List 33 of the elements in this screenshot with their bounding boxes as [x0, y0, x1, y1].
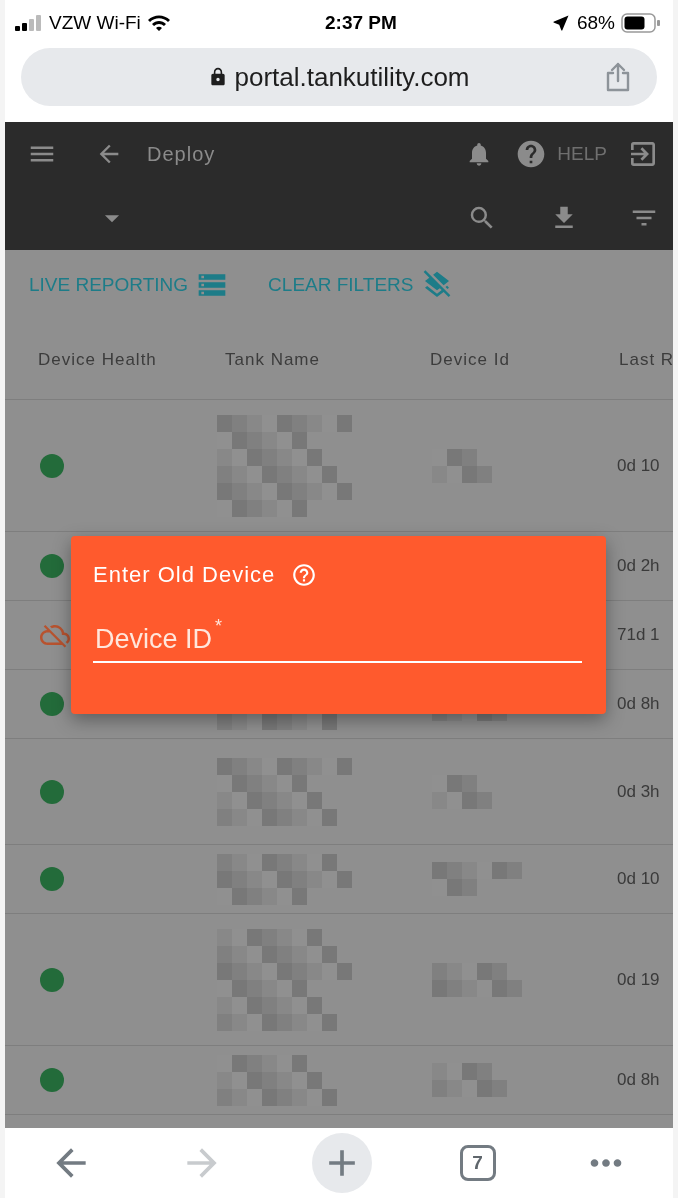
carrier-name: VZW Wi-Fi — [49, 12, 141, 34]
dialog-title: Enter Old Device — [93, 562, 276, 588]
last-reading-cell: 71d 1 — [617, 625, 660, 645]
url-text: portal.tankutility.com — [234, 61, 470, 93]
share-icon[interactable] — [605, 62, 631, 92]
last-reading-cell: 0d 8h — [617, 694, 660, 714]
help-label[interactable]: HELP — [557, 143, 607, 165]
last-reading-cell: 0d 10 — [617, 869, 660, 889]
status-dot — [40, 692, 64, 716]
status-dot — [40, 967, 64, 992]
column-header[interactable]: Last R — [619, 349, 673, 370]
last-reading-cell: 0d 3h — [617, 781, 660, 802]
device-id-field[interactable]: Device ID — [93, 624, 582, 663]
status-dot — [40, 554, 64, 578]
last-reading-cell: 0d 8h — [617, 1070, 660, 1090]
column-header[interactable]: Tank Name — [225, 349, 320, 370]
status-dot — [40, 867, 64, 891]
page-title: Deploy — [147, 142, 216, 166]
battery-percent: 68% — [576, 12, 615, 34]
signal-icon — [15, 15, 43, 31]
status-dot — [40, 1068, 64, 1092]
column-header[interactable]: Device Health — [38, 349, 157, 370]
last-reading-cell: 0d 10 — [617, 455, 660, 476]
last-reading-cell: 0d 19 — [617, 969, 660, 990]
clock-time: 2:37 PM — [325, 12, 397, 34]
tabs-button[interactable]: 7 — [459, 1145, 496, 1181]
battery-icon — [621, 13, 661, 33]
last-reading-cell: 0d 2h — [617, 556, 660, 576]
column-header[interactable]: Device Id — [430, 349, 510, 370]
address-bar[interactable]: portal.tankutility.com — [21, 48, 657, 106]
status-dot — [40, 453, 64, 478]
status-dot — [40, 779, 64, 804]
help-icon[interactable] — [291, 562, 318, 588]
